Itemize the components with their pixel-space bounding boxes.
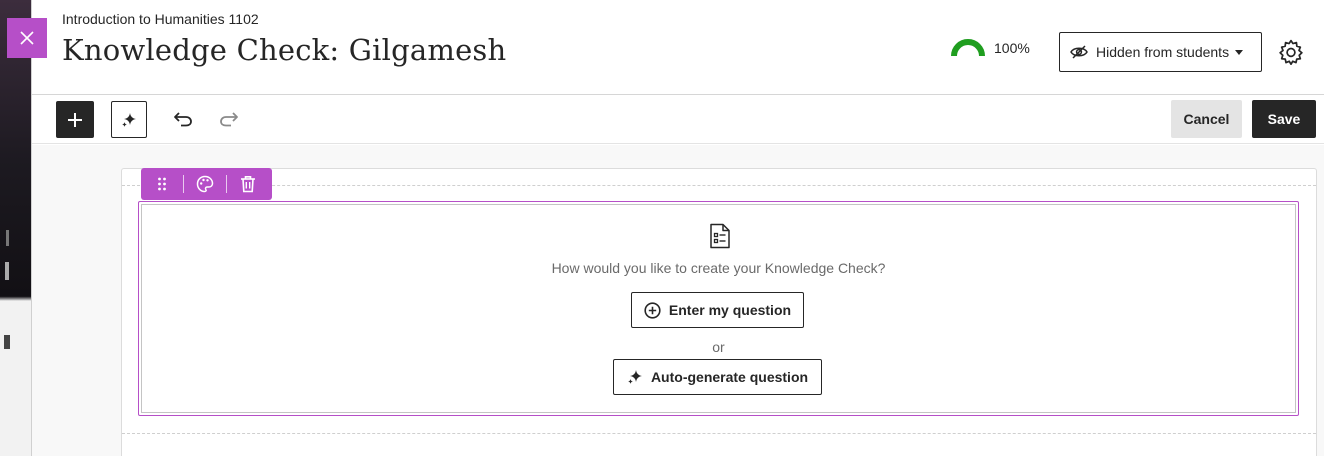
ai-assist-button[interactable] xyxy=(111,101,147,138)
block-divider xyxy=(122,185,1316,186)
background-mark xyxy=(4,335,10,349)
trash-icon xyxy=(241,176,255,193)
enter-question-button[interactable]: Enter my question xyxy=(631,292,804,328)
knowledge-check-block-inner: How would you like to create your Knowle… xyxy=(141,204,1296,413)
progress-indicator: 100% xyxy=(950,38,1030,58)
auto-generate-label: Auto-generate question xyxy=(650,369,809,385)
style-button[interactable] xyxy=(184,168,226,200)
page-header: Introduction to Humanities 1102 Knowledg… xyxy=(32,0,1324,95)
document-icon xyxy=(710,223,730,249)
background-mark xyxy=(6,230,9,246)
close-button[interactable] xyxy=(7,18,47,58)
background-mark xyxy=(5,262,9,280)
plus-circle-icon xyxy=(644,301,661,319)
progress-label: 100% xyxy=(994,40,1030,56)
enter-question-label: Enter my question xyxy=(668,302,792,318)
delete-block-button[interactable] xyxy=(227,168,269,200)
auto-generate-button[interactable]: Auto-generate question xyxy=(613,359,822,395)
palette-icon xyxy=(196,175,214,193)
page-title: Knowledge Check: Gilgamesh xyxy=(62,33,507,67)
block-toolbar xyxy=(141,168,272,200)
content-card: How would you like to create your Knowle… xyxy=(121,168,1317,456)
save-button[interactable]: Save xyxy=(1252,100,1316,138)
create-prompt: How would you like to create your Knowle… xyxy=(551,260,886,276)
caret-down-icon xyxy=(1235,49,1244,55)
course-name: Introduction to Humanities 1102 xyxy=(62,11,259,27)
progress-gauge-icon xyxy=(951,39,985,57)
editor-panel: Introduction to Humanities 1102 Knowledg… xyxy=(31,0,1324,456)
visibility-label: Hidden from students xyxy=(1096,44,1230,60)
plus-icon xyxy=(68,112,82,127)
knowledge-check-block: How would you like to create your Knowle… xyxy=(138,201,1299,416)
gear-icon[interactable] xyxy=(1278,39,1304,65)
visibility-dropdown[interactable]: Hidden from students xyxy=(1059,32,1262,72)
block-divider xyxy=(122,433,1316,434)
editor-canvas: How would you like to create your Knowle… xyxy=(32,145,1324,456)
or-separator: or xyxy=(712,339,725,355)
redo-icon[interactable] xyxy=(218,108,240,130)
close-icon xyxy=(20,31,34,45)
eye-off-icon xyxy=(1070,45,1088,59)
sparkle-icon xyxy=(627,370,642,384)
sparkle-icon xyxy=(122,112,136,127)
drag-handle-icon xyxy=(158,177,166,191)
drag-handle[interactable] xyxy=(141,168,183,200)
cancel-button[interactable]: Cancel xyxy=(1171,100,1242,138)
add-content-button[interactable] xyxy=(56,101,94,138)
background-page xyxy=(0,0,31,456)
undo-icon[interactable] xyxy=(172,108,194,130)
editor-toolbar: Cancel Save xyxy=(32,96,1324,144)
